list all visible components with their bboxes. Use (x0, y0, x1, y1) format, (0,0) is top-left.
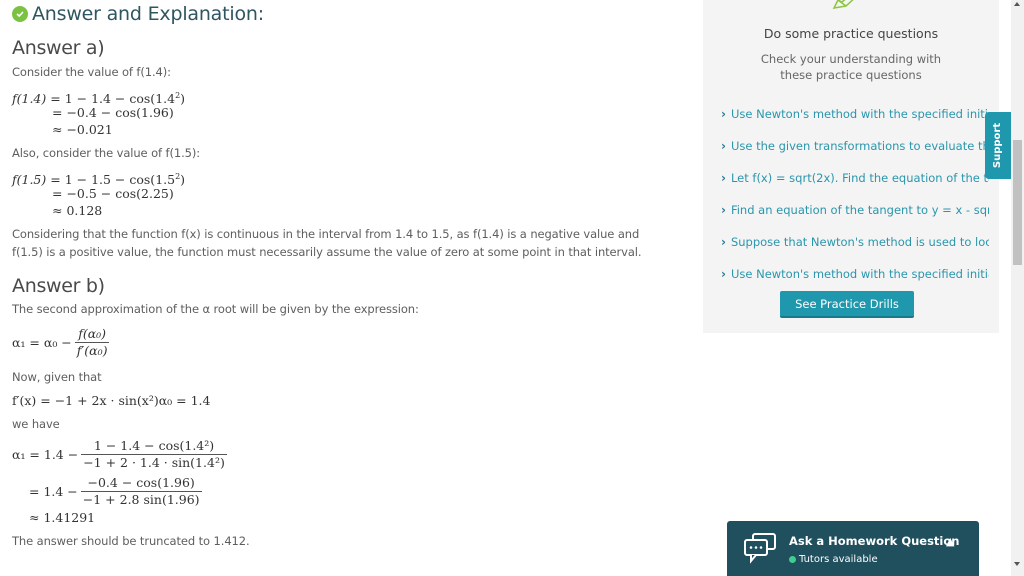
eq2-line3: ≈ 0.128 (52, 203, 103, 218)
chat-bubbles-icon (744, 533, 776, 564)
eq1-line3: ≈ −0.021 (52, 122, 113, 137)
question-text: Let f(x) = sqrt(2x). Find the equation o… (730, 171, 989, 185)
heading-text: Answer and Explanation: (32, 3, 264, 25)
question-text: Suppose that Newton's method is used to … (730, 235, 989, 249)
practice-question[interactable]: › Use Newton's method with the specified … (721, 98, 989, 130)
calc-fraction-2: −0.4 − cos(1.96) −1 + 2.8 sin(1.96) (80, 474, 202, 508)
practice-question[interactable]: › Use Newton's method with the specified … (721, 258, 989, 290)
formula-denominator: f′(α₀) (74, 341, 110, 358)
eq1-sup: 2 (175, 91, 181, 100)
calc-result: ≈ 1.41291 (29, 510, 96, 525)
question-text: Find an equation of the tangent to y = x… (730, 203, 989, 217)
calc-lhs1: α₁ = 1.4 − (12, 446, 79, 462)
practice-subtitle: Check your understanding with these prac… (703, 51, 999, 83)
scrollbar[interactable] (1011, 0, 1024, 576)
answer-a-title: Answer a) (12, 37, 105, 59)
scroll-down-arrow-icon[interactable] (1014, 562, 1020, 566)
tutors-status-text: Tutors available (799, 554, 878, 565)
equation-f14: f(1.4) = 1 − 1.4 − cos(1.42) = −0.4 − co… (12, 91, 186, 137)
answer-b-intro: The second approximation of the α root w… (12, 302, 419, 316)
support-tab[interactable]: Support (985, 112, 1011, 179)
answer-a-intro2: Also, consider the value of f(1.5): (12, 146, 201, 160)
ask-homework-question-widget[interactable]: Ask a Homework Question ▲ Tutors availab… (727, 521, 979, 576)
newton-formula: α₁ = α₀ − f(α₀) f′(α₀) (12, 322, 662, 362)
chevron-right-icon: › (721, 203, 726, 217)
see-practice-drills-button[interactable]: See Practice Drills (780, 291, 914, 318)
question-text: Use Newton's method with the specified i… (730, 267, 989, 281)
pencil-icon (832, 0, 854, 9)
question-text: Use the given transformations to evaluat… (730, 139, 989, 153)
answer-content: Answer and Explanation: Answer a) Consid… (12, 0, 662, 550)
final-answer: The answer should be truncated to 1.412. (12, 534, 250, 548)
eq2-line2: = −0.5 − cos(2.25) (52, 186, 174, 201)
online-status-icon (789, 556, 796, 563)
formula-lhs: α₁ = α₀ − (12, 334, 72, 350)
question-text: Use Newton's method with the specified i… (730, 107, 989, 121)
answer-b-title: Answer b) (12, 275, 105, 297)
given-label: Now, given that (12, 370, 102, 384)
eq1-line2: = −0.4 − cos(1.96) (52, 105, 174, 120)
calc-fraction-1: 1 − 1.4 − cos(1.4²) −1 + 2 · 1.4 · sin(1… (81, 438, 227, 471)
support-tab-label: Support (992, 122, 1004, 169)
given-equation: f′(x) = −1 + 2x · sin(x²)α₀ = 1.4 (12, 393, 211, 408)
scroll-up-arrow-icon[interactable] (1014, 2, 1020, 6)
chevron-right-icon: › (721, 235, 726, 249)
calc-num1: 1 − 1.4 − cos(1.4²) (93, 437, 215, 453)
practice-question[interactable]: › Suppose that Newton's method is used to… (721, 226, 989, 258)
practice-sidebar: Do some practice questions Check your un… (703, 0, 999, 333)
tutors-status: Tutors available (789, 554, 878, 565)
equation-f15: f(1.5) = 1 − 1.5 − cos(1.52) = −0.5 − co… (12, 172, 186, 218)
chevron-right-icon: › (721, 267, 726, 281)
practice-subtitle-text: Check your understanding with these prac… (760, 52, 942, 82)
scrollbar-thumb[interactable] (1013, 140, 1022, 265)
answer-a-intro1: Consider the value of f(1.4): (12, 65, 171, 79)
practice-title: Do some practice questions (763, 26, 939, 41)
practice-question[interactable]: › Use the given transformations to evalua… (721, 130, 989, 162)
calc-lhs2: = 1.4 − (29, 483, 78, 499)
we-have-label: we have (12, 417, 60, 431)
answer-a-conclusion: Considering that the function f(x) is co… (12, 227, 642, 259)
calculation: α₁ = 1.4 − 1 − 1.4 − cos(1.4²) −1 + 2 · … (12, 435, 662, 526)
calc-den1: −1 + 2 · 1.4 · sin(1.4²) (81, 453, 227, 470)
answer-heading: Answer and Explanation: (12, 1, 662, 27)
chevron-right-icon: › (721, 171, 726, 185)
chevron-right-icon: › (721, 139, 726, 153)
practice-question-list: › Use Newton's method with the specified … (721, 98, 989, 290)
eq2-sup: 2 (175, 172, 181, 181)
practice-question[interactable]: › Let f(x) = sqrt(2x). Find the equation … (721, 162, 989, 194)
chevron-up-icon[interactable]: ▲ (946, 535, 954, 548)
calc-num2: −0.4 − cos(1.96) (87, 474, 195, 490)
practice-question[interactable]: › Find an equation of the tangent to y = … (721, 194, 989, 226)
formula-fraction: f(α₀) f′(α₀) (74, 325, 110, 359)
calc-den2: −1 + 2.8 sin(1.96) (80, 490, 202, 507)
formula-numerator: f(α₀) (78, 325, 107, 341)
checkmark-icon (12, 6, 28, 22)
homework-title: Ask a Homework Question (789, 534, 960, 548)
chevron-right-icon: › (721, 107, 726, 121)
